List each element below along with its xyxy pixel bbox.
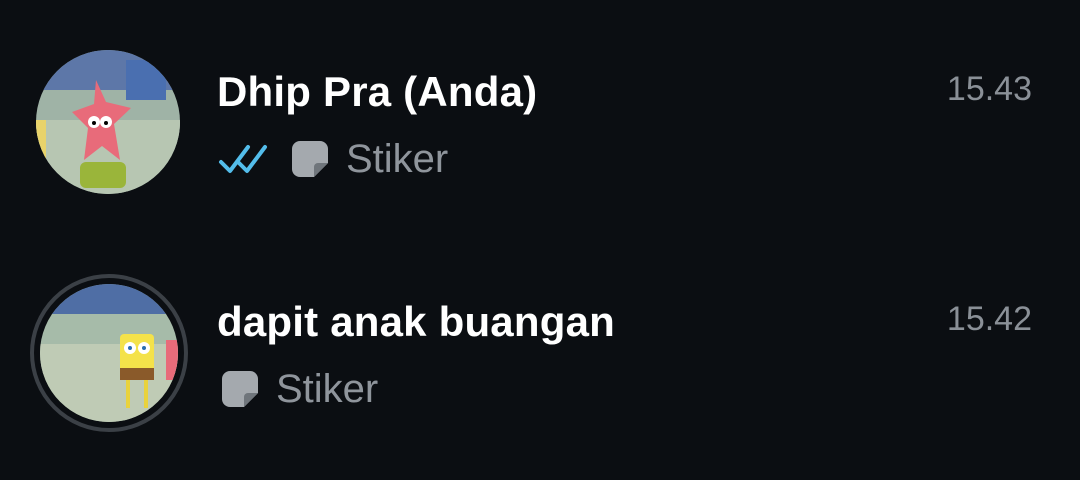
chat-item-dapit-anak-buangan[interactable]: dapit anak buangan 15.42 Stiker xyxy=(0,250,1080,450)
spongebob-avatar-image xyxy=(40,284,178,422)
avatar[interactable] xyxy=(36,50,180,194)
avatar[interactable] xyxy=(40,284,178,422)
chat-title: dapit anak buangan xyxy=(217,298,615,345)
sticker-icon xyxy=(222,371,258,407)
chat-preview-text: Stiker xyxy=(276,366,379,411)
double-check-icon xyxy=(219,145,267,173)
sticker-icon xyxy=(292,141,328,177)
chat-timestamp: 15.43 xyxy=(946,70,1032,108)
chat-title: Dhip Pra (Anda) xyxy=(217,68,538,115)
chat-preview-text: Stiker xyxy=(346,136,449,181)
chat-item-dhip-pra[interactable]: Dhip Pra (Anda) 15.43 Stiker xyxy=(0,20,1080,220)
chat-preview: Stiker xyxy=(220,364,378,414)
patrick-star-avatar-image xyxy=(36,50,180,194)
chat-preview: Stiker xyxy=(218,134,448,184)
chat-timestamp: 15.42 xyxy=(946,300,1032,338)
chat-list: Dhip Pra (Anda) 15.43 Stiker dapit anak … xyxy=(0,0,1080,480)
